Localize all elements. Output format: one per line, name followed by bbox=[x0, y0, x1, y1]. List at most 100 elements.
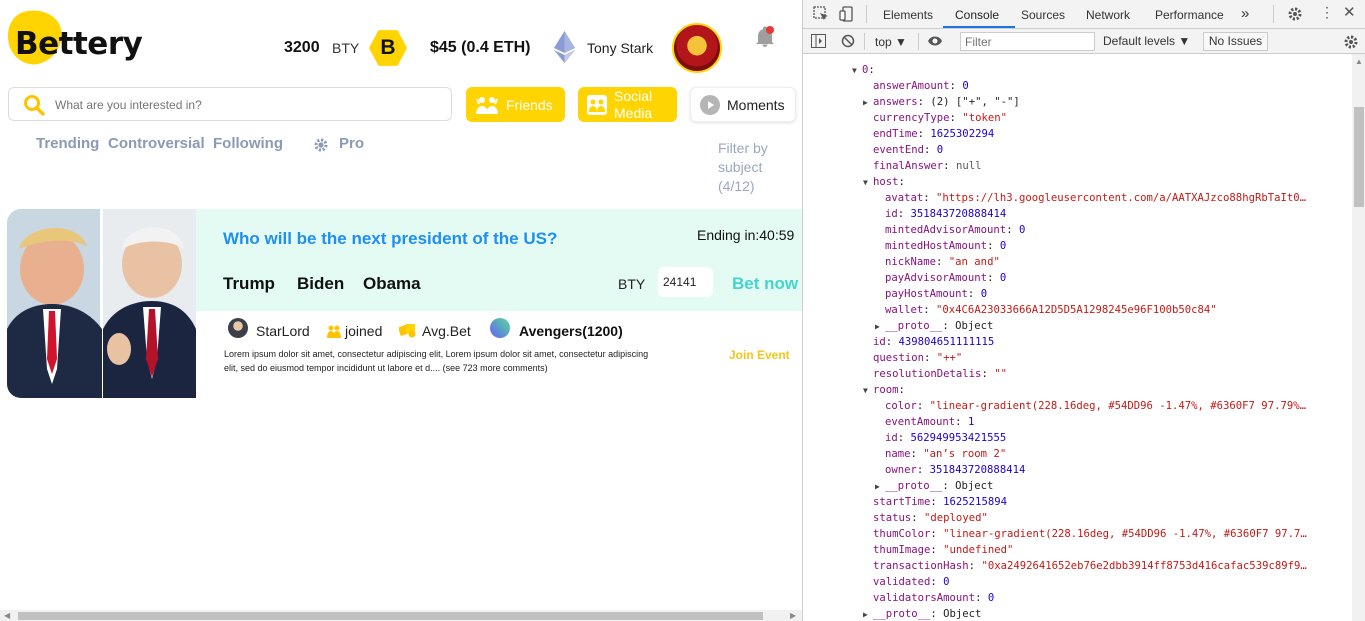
console-line: id: 351843720888414 bbox=[875, 206, 1352, 222]
collapse-arrow-icon[interactable]: ▼ bbox=[863, 175, 873, 190]
property-key: id bbox=[885, 432, 898, 444]
answer-option[interactable]: Trump bbox=[223, 274, 275, 294]
property-key: nickName bbox=[885, 256, 937, 268]
property-key: validatorsAmount bbox=[873, 592, 976, 604]
friends-button[interactable]: Friends bbox=[466, 87, 565, 122]
property-key: eventAmount bbox=[885, 416, 956, 428]
property-value: 0 bbox=[999, 272, 1007, 284]
host-name[interactable]: StarLord bbox=[256, 323, 310, 339]
console-line: endTime: 1625302294 bbox=[863, 126, 1352, 142]
bty-balance-unit: BTY bbox=[332, 40, 360, 56]
expand-arrow-icon[interactable]: ▶ bbox=[875, 319, 885, 334]
console-line[interactable]: ▶ __proto__: Object bbox=[863, 606, 1352, 621]
inspect-element-icon[interactable] bbox=[813, 6, 829, 25]
bet-amount-input[interactable] bbox=[658, 267, 713, 297]
tab-performance[interactable]: Performance bbox=[1155, 8, 1224, 22]
clear-console-icon[interactable] bbox=[841, 34, 855, 51]
tab-trending[interactable]: Trending bbox=[36, 135, 99, 152]
event-thumbnail[interactable] bbox=[7, 209, 196, 398]
moments-button[interactable]: Moments bbox=[690, 87, 796, 122]
bty-coin-letter: B bbox=[380, 36, 396, 59]
property-key: __proto__ bbox=[885, 480, 943, 492]
search-icon bbox=[23, 94, 45, 121]
device-toolbar-icon[interactable] bbox=[839, 6, 855, 25]
expand-arrow-icon[interactable]: ▶ bbox=[875, 479, 885, 494]
search-input[interactable] bbox=[53, 95, 437, 115]
settings-gear-icon[interactable] bbox=[1287, 6, 1303, 25]
console-scroll-thumb[interactable] bbox=[1354, 107, 1364, 207]
property-separator: : bbox=[987, 240, 1000, 252]
collapse-arrow-icon[interactable]: ▼ bbox=[863, 383, 873, 398]
console-line: question: "++" bbox=[863, 350, 1352, 366]
scroll-up-arrow-icon[interactable]: ▲ bbox=[1355, 57, 1363, 66]
console-settings-gear-icon[interactable] bbox=[1343, 34, 1359, 53]
room-name[interactable]: Avengers(1200) bbox=[519, 323, 623, 339]
kebab-menu-icon[interactable]: ⋮ bbox=[1320, 5, 1334, 19]
user-avatar[interactable] bbox=[672, 23, 722, 73]
property-separator: : bbox=[897, 208, 911, 220]
expand-arrow-icon[interactable]: ▶ bbox=[863, 607, 873, 621]
host-avatar[interactable] bbox=[228, 318, 248, 338]
console-line[interactable]: ▶ __proto__: Object bbox=[875, 478, 1352, 494]
property-separator: : bbox=[1006, 224, 1019, 236]
scroll-right-arrow-icon[interactable]: ▶ bbox=[790, 611, 796, 620]
filter-by-subject[interactable]: Filter by subject (4/12) bbox=[718, 139, 798, 196]
live-expression-eye-icon[interactable] bbox=[927, 35, 943, 50]
property-separator: : bbox=[897, 432, 911, 444]
scroll-left-arrow-icon[interactable]: ◀ bbox=[4, 611, 10, 620]
issues-button[interactable]: No Issues bbox=[1203, 32, 1268, 51]
tab-console[interactable]: Console bbox=[955, 8, 999, 22]
console-vertical-scrollbar[interactable]: ▲ bbox=[1352, 54, 1365, 621]
tab-controversial[interactable]: Controversial bbox=[108, 135, 205, 152]
social-media-button[interactable]: Social Media bbox=[578, 87, 677, 122]
console-line[interactable]: ▼ 0: bbox=[852, 62, 1352, 78]
console-line: color: "linear-gradient(228.16deg, #54DD… bbox=[875, 398, 1352, 414]
property-value: "" bbox=[994, 368, 1007, 380]
log-levels-dropdown[interactable]: Default levels ▼ bbox=[1103, 34, 1190, 48]
bet-now-button[interactable]: Bet now bbox=[732, 274, 798, 294]
sidebar-toggle-icon[interactable] bbox=[811, 34, 826, 51]
answer-option[interactable]: Biden bbox=[297, 274, 344, 294]
console-line[interactable]: ▶ answers: (2) ["+", "-"] bbox=[863, 94, 1352, 110]
event-description: Lorem ipsum dolor sit amet, consectetur … bbox=[224, 349, 649, 373]
tab-sources[interactable]: Sources bbox=[1021, 8, 1065, 22]
active-tab-underline bbox=[943, 26, 1015, 28]
property-value: "an’s room 2" bbox=[923, 448, 1007, 460]
property-separator: : bbox=[930, 544, 944, 556]
toolbar-divider bbox=[918, 33, 919, 50]
social-media-icon bbox=[587, 94, 607, 115]
expand-arrow-icon[interactable]: ▶ bbox=[863, 95, 873, 110]
devtools-panel: Elements Console Sources Network Perform… bbox=[802, 0, 1365, 621]
join-event-button[interactable]: Join Event bbox=[729, 348, 790, 362]
event-question[interactable]: Who will be the next president of the US… bbox=[223, 229, 557, 249]
context-selector[interactable]: top ▼ bbox=[875, 35, 907, 49]
tab-elements[interactable]: Elements bbox=[883, 8, 933, 22]
property-value: 0 bbox=[980, 288, 988, 300]
notification-bell-icon[interactable] bbox=[753, 25, 777, 54]
property-value: 0 bbox=[943, 576, 950, 588]
console-line[interactable]: ▶ __proto__: Object bbox=[875, 318, 1352, 334]
property-key: transactionHash bbox=[873, 560, 969, 572]
close-devtools-icon[interactable]: ✕ bbox=[1343, 5, 1356, 20]
bettery-logo[interactable]: Bettery bbox=[2, 4, 143, 70]
console-line: name: "an’s room 2" bbox=[875, 446, 1352, 462]
property-key: mintedAdvisorAmount bbox=[885, 224, 1007, 236]
console-line[interactable]: ▼ room: bbox=[863, 382, 1352, 398]
console-line[interactable]: ▼ host: bbox=[863, 174, 1352, 190]
more-tabs-icon[interactable]: » bbox=[1241, 5, 1249, 22]
username[interactable]: Tony Stark bbox=[587, 40, 653, 56]
toolbar-divider bbox=[1273, 5, 1274, 23]
property-separator: : bbox=[898, 176, 905, 188]
property-key: answers bbox=[873, 96, 918, 108]
tab-following[interactable]: Following bbox=[213, 135, 283, 152]
tab-pro[interactable]: Pro bbox=[339, 135, 364, 152]
property-key: id bbox=[873, 336, 886, 348]
moments-play-icon bbox=[700, 94, 720, 115]
collapse-arrow-icon[interactable]: ▼ bbox=[852, 63, 862, 78]
search-box[interactable] bbox=[8, 87, 452, 121]
horizontal-scrollbar[interactable]: ◀ ▶ bbox=[0, 610, 802, 621]
tab-network[interactable]: Network bbox=[1086, 8, 1130, 22]
console-filter-input[interactable] bbox=[960, 32, 1095, 51]
horizontal-scroll-thumb[interactable] bbox=[18, 612, 763, 620]
answer-option[interactable]: Obama bbox=[363, 274, 421, 294]
